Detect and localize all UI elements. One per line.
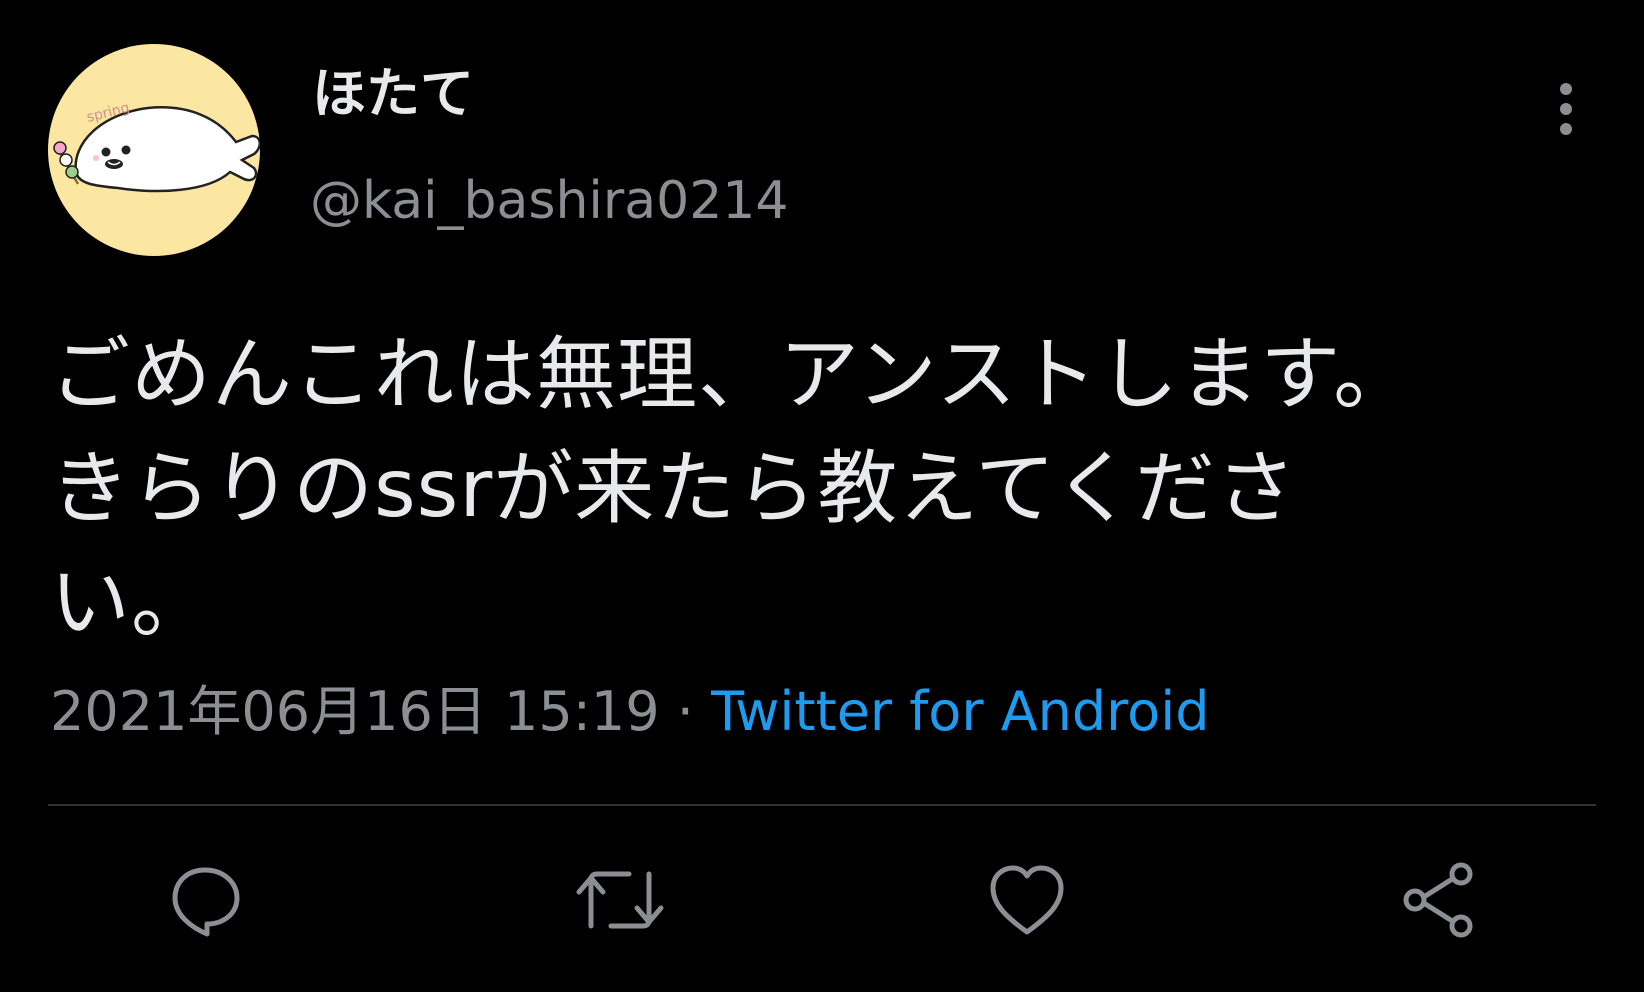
avatar[interactable]: spring [48, 44, 260, 256]
like-icon [990, 865, 1064, 935]
reply-icon [172, 867, 240, 937]
divider [48, 804, 1596, 806]
source-link[interactable]: Twitter for Android [711, 680, 1209, 743]
like-button[interactable] [977, 850, 1077, 950]
retweet-icon [576, 871, 664, 929]
share-icon [1403, 862, 1473, 938]
action-bar [0, 850, 1644, 950]
tweet-text: ごめんこれは無理、アンストします。 きらりのssrが来たら教えてくださ い。 [50, 318, 1550, 660]
more-options-button[interactable] [1540, 74, 1592, 144]
share-button[interactable] [1389, 850, 1489, 950]
tweet-text-line: ごめんこれは無理、アンストします。 [50, 328, 1415, 421]
vertical-dots-icon [1560, 83, 1572, 135]
tweet-text-line: きらりのssrが来たら教えてくださ [50, 442, 1297, 535]
tweet-meta: 2021年06月16日 15:19 · Twitter for Android [50, 680, 1209, 745]
tweet-text-line: い。 [50, 556, 212, 649]
meta-separator: · [659, 680, 712, 743]
user-handle[interactable]: @kai_bashira0214 [310, 170, 788, 232]
reply-button[interactable] [155, 850, 255, 950]
display-name[interactable]: ほたて [312, 62, 474, 127]
retweet-button[interactable] [570, 850, 670, 950]
timestamp[interactable]: 2021年06月16日 15:19 [50, 680, 660, 743]
seal-avatar-icon: spring [53, 100, 260, 193]
tweet-detail: spring ほたて @kai_bashira0214 ごめんこれは無理、アンス… [0, 0, 1644, 992]
